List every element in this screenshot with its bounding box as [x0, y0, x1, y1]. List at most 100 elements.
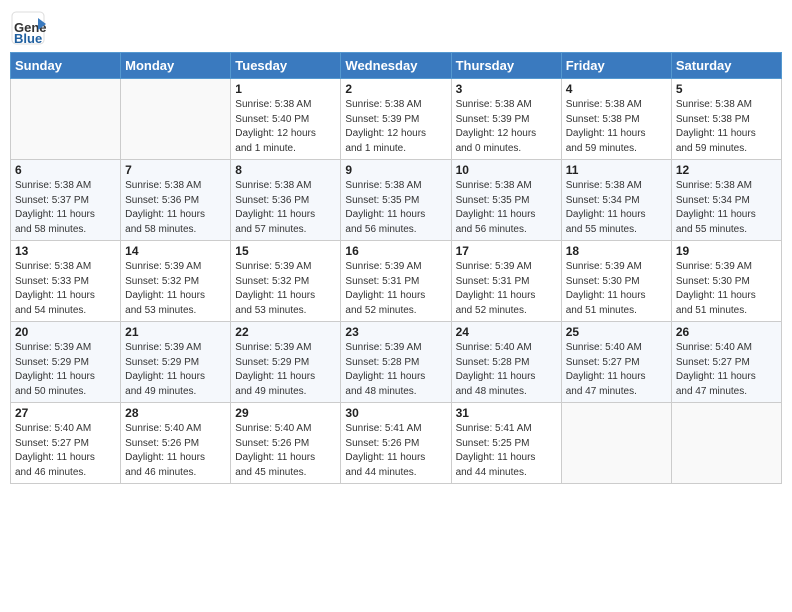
calendar-cell: 31 Sunrise: 5:41 AM Sunset: 5:25 PM Dayli…: [451, 403, 561, 484]
day-number: 12: [676, 163, 777, 177]
day-number: 21: [125, 325, 226, 339]
day-info: Sunrise: 5:39 AM Sunset: 5:30 PM Dayligh…: [676, 260, 777, 318]
calendar-cell: 30 Sunrise: 5:41 AM Sunset: 5:26 PM Dayli…: [341, 403, 451, 484]
day-number: 19: [676, 244, 777, 258]
calendar-cell: 18 Sunrise: 5:39 AM Sunset: 5:30 PM Dayli…: [561, 241, 671, 322]
day-number: 23: [345, 325, 446, 339]
calendar-cell: 29 Sunrise: 5:40 AM Sunset: 5:26 PM Dayli…: [231, 403, 341, 484]
day-info: Sunrise: 5:39 AM Sunset: 5:29 PM Dayligh…: [235, 341, 336, 399]
day-number: 17: [456, 244, 557, 258]
day-info: Sunrise: 5:38 AM Sunset: 5:38 PM Dayligh…: [676, 98, 777, 156]
calendar-cell: 5 Sunrise: 5:38 AM Sunset: 5:38 PM Daylig…: [671, 79, 781, 160]
day-info: Sunrise: 5:38 AM Sunset: 5:34 PM Dayligh…: [566, 179, 667, 237]
day-info: Sunrise: 5:41 AM Sunset: 5:25 PM Dayligh…: [456, 422, 557, 480]
day-info: Sunrise: 5:40 AM Sunset: 5:28 PM Dayligh…: [456, 341, 557, 399]
day-info: Sunrise: 5:40 AM Sunset: 5:27 PM Dayligh…: [676, 341, 777, 399]
calendar-cell: 11 Sunrise: 5:38 AM Sunset: 5:34 PM Dayli…: [561, 160, 671, 241]
calendar-cell: [561, 403, 671, 484]
day-number: 28: [125, 406, 226, 420]
weekday-header-friday: Friday: [561, 53, 671, 79]
calendar-cell: [671, 403, 781, 484]
svg-text:Blue: Blue: [14, 31, 42, 46]
calendar-cell: 13Sunrise: 5:38 AM Sunset: 5:33 PM Dayli…: [11, 241, 121, 322]
day-info: Sunrise: 5:39 AM Sunset: 5:30 PM Dayligh…: [566, 260, 667, 318]
day-info: Sunrise: 5:40 AM Sunset: 5:27 PM Dayligh…: [566, 341, 667, 399]
calendar-cell: 9 Sunrise: 5:38 AM Sunset: 5:35 PM Daylig…: [341, 160, 451, 241]
calendar-cell: 12 Sunrise: 5:38 AM Sunset: 5:34 PM Dayli…: [671, 160, 781, 241]
weekday-header-saturday: Saturday: [671, 53, 781, 79]
calendar-cell: 4 Sunrise: 5:38 AM Sunset: 5:38 PM Daylig…: [561, 79, 671, 160]
calendar-cell: 2 Sunrise: 5:38 AM Sunset: 5:39 PM Daylig…: [341, 79, 451, 160]
day-number: 4: [566, 82, 667, 96]
calendar-cell: 20 Sunrise: 5:39 AM Sunset: 5:29 PM Dayli…: [11, 322, 121, 403]
day-info: Sunrise: 5:41 AM Sunset: 5:26 PM Dayligh…: [345, 422, 446, 480]
day-number: 11: [566, 163, 667, 177]
calendar-cell: 19 Sunrise: 5:39 AM Sunset: 5:30 PM Dayli…: [671, 241, 781, 322]
calendar-cell: 15 Sunrise: 5:39 AM Sunset: 5:32 PM Dayli…: [231, 241, 341, 322]
day-number: 6: [15, 163, 116, 177]
day-info: Sunrise: 5:39 AM Sunset: 5:31 PM Dayligh…: [345, 260, 446, 318]
weekday-header-wednesday: Wednesday: [341, 53, 451, 79]
day-number: 8: [235, 163, 336, 177]
day-number: 1: [235, 82, 336, 96]
day-number: 25: [566, 325, 667, 339]
calendar-cell: 25 Sunrise: 5:40 AM Sunset: 5:27 PM Dayli…: [561, 322, 671, 403]
calendar-cell: [11, 79, 121, 160]
calendar-cell: 27 Sunrise: 5:40 AM Sunset: 5:27 PM Dayli…: [11, 403, 121, 484]
day-number: 31: [456, 406, 557, 420]
day-info: Sunrise: 5:38 AM Sunset: 5:37 PM Dayligh…: [15, 179, 116, 237]
day-number: 27: [15, 406, 116, 420]
calendar-cell: 16 Sunrise: 5:39 AM Sunset: 5:31 PM Dayli…: [341, 241, 451, 322]
day-number: 18: [566, 244, 667, 258]
day-number: 2: [345, 82, 446, 96]
day-info: Sunrise: 5:38 AM Sunset: 5:40 PM Dayligh…: [235, 98, 336, 156]
day-info: Sunrise: 5:38 AM Sunset: 5:34 PM Dayligh…: [676, 179, 777, 237]
day-number: 13: [15, 244, 116, 258]
logo: General Blue: [10, 10, 46, 46]
day-number: 15: [235, 244, 336, 258]
day-number: 10: [456, 163, 557, 177]
logo-icon: General Blue: [10, 10, 46, 46]
day-number: 9: [345, 163, 446, 177]
day-info: Sunrise: 5:39 AM Sunset: 5:31 PM Dayligh…: [456, 260, 557, 318]
weekday-header-sunday: Sunday: [11, 53, 121, 79]
day-info: Sunrise: 5:40 AM Sunset: 5:27 PM Dayligh…: [15, 422, 116, 480]
day-number: 29: [235, 406, 336, 420]
day-info: Sunrise: 5:39 AM Sunset: 5:32 PM Dayligh…: [235, 260, 336, 318]
calendar-cell: 17 Sunrise: 5:39 AM Sunset: 5:31 PM Dayli…: [451, 241, 561, 322]
calendar-cell: 24 Sunrise: 5:40 AM Sunset: 5:28 PM Dayli…: [451, 322, 561, 403]
day-number: 7: [125, 163, 226, 177]
weekday-header-tuesday: Tuesday: [231, 53, 341, 79]
day-info: Sunrise: 5:39 AM Sunset: 5:32 PM Dayligh…: [125, 260, 226, 318]
calendar-cell: 23 Sunrise: 5:39 AM Sunset: 5:28 PM Dayli…: [341, 322, 451, 403]
calendar-cell: [121, 79, 231, 160]
day-info: Sunrise: 5:40 AM Sunset: 5:26 PM Dayligh…: [235, 422, 336, 480]
calendar-cell: 21 Sunrise: 5:39 AM Sunset: 5:29 PM Dayli…: [121, 322, 231, 403]
calendar-cell: 8 Sunrise: 5:38 AM Sunset: 5:36 PM Daylig…: [231, 160, 341, 241]
day-info: Sunrise: 5:39 AM Sunset: 5:29 PM Dayligh…: [15, 341, 116, 399]
day-number: 5: [676, 82, 777, 96]
day-info: Sunrise: 5:38 AM Sunset: 5:38 PM Dayligh…: [566, 98, 667, 156]
day-number: 16: [345, 244, 446, 258]
day-number: 30: [345, 406, 446, 420]
day-info: Sunrise: 5:38 AM Sunset: 5:35 PM Dayligh…: [345, 179, 446, 237]
weekday-header-monday: Monday: [121, 53, 231, 79]
calendar-cell: 6 Sunrise: 5:38 AM Sunset: 5:37 PM Daylig…: [11, 160, 121, 241]
day-number: 14: [125, 244, 226, 258]
page-header: General Blue: [10, 10, 782, 46]
calendar-cell: 1 Sunrise: 5:38 AM Sunset: 5:40 PM Daylig…: [231, 79, 341, 160]
day-number: 20: [15, 325, 116, 339]
day-number: 24: [456, 325, 557, 339]
day-number: 26: [676, 325, 777, 339]
calendar-cell: 14 Sunrise: 5:39 AM Sunset: 5:32 PM Dayli…: [121, 241, 231, 322]
day-number: 3: [456, 82, 557, 96]
day-info: Sunrise: 5:39 AM Sunset: 5:29 PM Dayligh…: [125, 341, 226, 399]
day-info: Sunrise: 5:38 AM Sunset: 5:36 PM Dayligh…: [235, 179, 336, 237]
weekday-header-thursday: Thursday: [451, 53, 561, 79]
day-info: Sunrise: 5:38 AM Sunset: 5:39 PM Dayligh…: [345, 98, 446, 156]
day-info: Sunrise: 5:38 AM Sunset: 5:36 PM Dayligh…: [125, 179, 226, 237]
calendar-cell: 26 Sunrise: 5:40 AM Sunset: 5:27 PM Dayli…: [671, 322, 781, 403]
calendar-cell: 3Sunrise: 5:38 AM Sunset: 5:39 PM Daylig…: [451, 79, 561, 160]
day-info: Sunrise: 5:39 AM Sunset: 5:28 PM Dayligh…: [345, 341, 446, 399]
calendar-cell: 10Sunrise: 5:38 AM Sunset: 5:35 PM Dayli…: [451, 160, 561, 241]
